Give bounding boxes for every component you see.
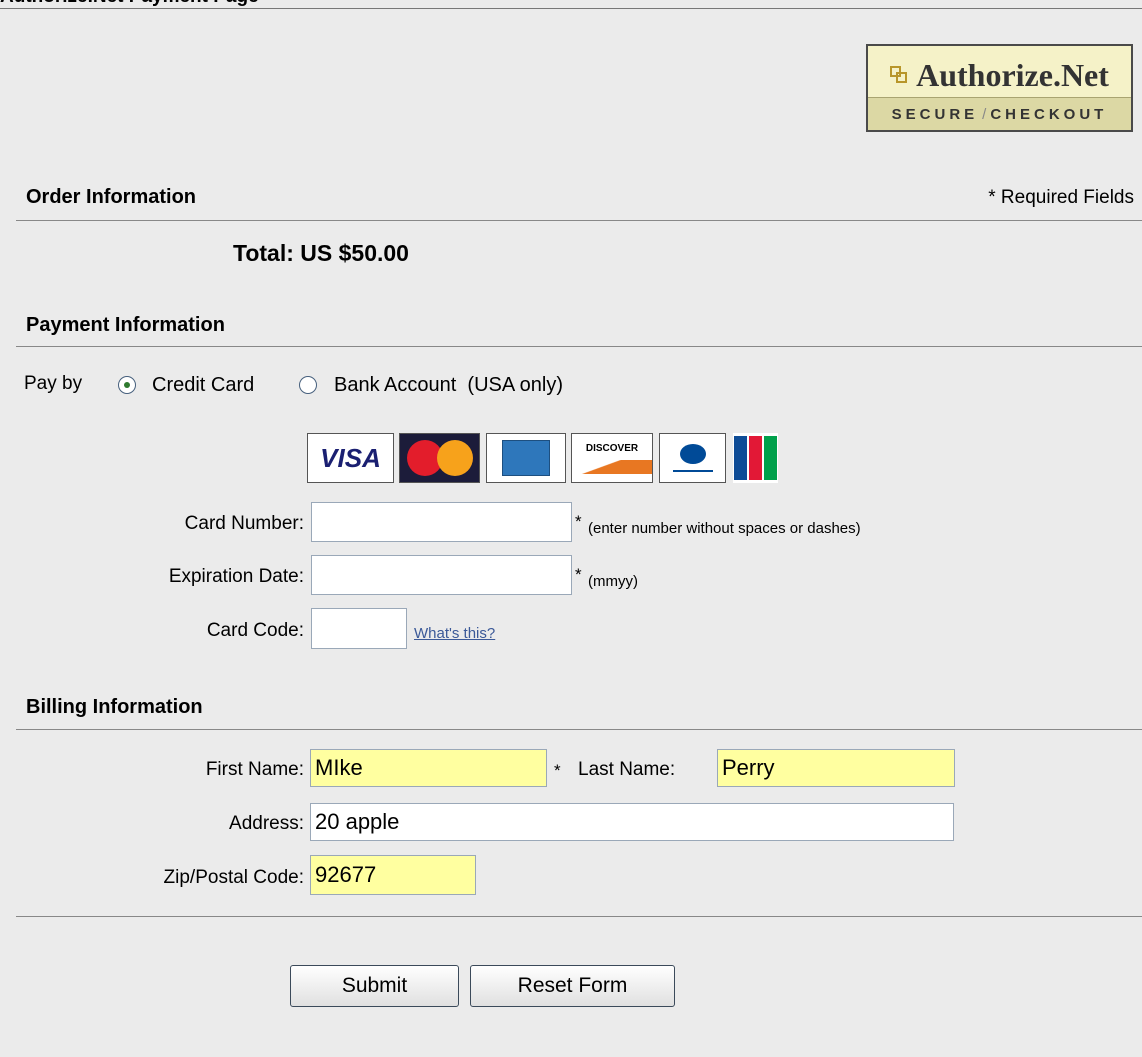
last-name-label: Last Name:	[578, 759, 676, 780]
logo-brand-text: Authorize.Net	[916, 56, 1109, 93]
last-name-input[interactable]	[717, 749, 955, 787]
card-number-input[interactable]	[311, 502, 572, 542]
payment-divider	[16, 346, 1142, 347]
first-name-required-marker: *	[554, 761, 561, 780]
card-code-input[interactable]	[311, 608, 407, 649]
address-label: Address:	[229, 813, 304, 834]
order-total: Total: US $50.00	[233, 240, 409, 266]
logo-brand: Authorize.Net	[868, 52, 1131, 98]
page-header-strip: Authorize.Net Payment Page	[0, 0, 1142, 9]
zip-label: Zip/Postal Code:	[163, 867, 304, 888]
discover-card-logo: DISCOVER	[571, 433, 653, 483]
logo-tagline: SECURE / CHECKOUT	[868, 97, 1131, 130]
order-divider	[16, 220, 1142, 221]
first-name-label: First Name:	[205, 759, 304, 780]
form-bottom-divider	[16, 916, 1142, 917]
radio-bank-account[interactable]	[299, 376, 317, 394]
visa-card-logo: VISA	[307, 433, 394, 483]
payment-section-title: Payment Information	[26, 314, 225, 336]
page-header-title: Authorize.Net Payment Page	[0, 0, 259, 8]
billing-section-title: Billing Information	[26, 696, 203, 718]
expiration-date-hint: (mmyy)	[588, 573, 638, 590]
order-section-title: Order Information	[26, 186, 197, 208]
visa-card-name: VISA	[320, 442, 381, 473]
jcb-card-logo	[733, 433, 778, 483]
expiration-required-marker: *	[575, 565, 582, 584]
card-number-required-marker: *	[575, 512, 582, 531]
amex-card-logo	[486, 433, 566, 483]
discover-card-name: DISCOVER	[585, 442, 639, 454]
logo-tagline-right: CHECKOUT	[990, 105, 1108, 123]
card-number-label: Card Number:	[184, 513, 304, 534]
diners-club-logo	[659, 433, 726, 483]
reset-form-button[interactable]: Reset Form	[470, 965, 675, 1007]
logo-slash: /	[982, 105, 987, 123]
zip-input[interactable]	[310, 855, 476, 895]
authorize-net-mark-icon	[890, 66, 908, 84]
expiration-date-input[interactable]	[311, 555, 572, 595]
first-name-input[interactable]	[310, 749, 547, 787]
radio-bank-account-label[interactable]: Bank Account (USA only)	[334, 374, 563, 397]
address-input[interactable]	[310, 803, 954, 841]
mastercard-logo	[399, 433, 480, 483]
card-number-hint: (enter number without spaces or dashes)	[588, 520, 861, 537]
pay-by-label: Pay by	[24, 373, 83, 394]
whats-this-link[interactable]: What's this?	[414, 625, 495, 642]
required-fields-note: * Required Fields	[988, 187, 1134, 208]
billing-divider	[16, 729, 1142, 730]
logo-tagline-left: SECURE	[891, 105, 979, 123]
card-code-label: Card Code:	[206, 620, 304, 641]
expiration-date-label: Expiration Date:	[168, 566, 304, 587]
authorize-net-logo: Authorize.Net SECURE / CHECKOUT	[866, 44, 1133, 132]
radio-credit-card-label[interactable]: Credit Card	[152, 374, 254, 397]
radio-credit-card[interactable]	[118, 376, 136, 394]
submit-button[interactable]: Submit	[290, 965, 459, 1007]
